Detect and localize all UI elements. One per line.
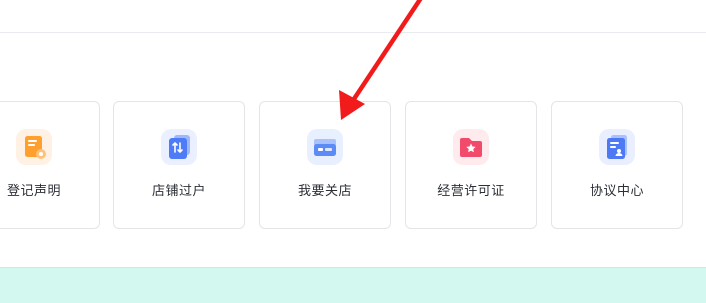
service-label-business-license: 经营许可证 bbox=[437, 184, 505, 199]
service-label-store-transfer: 店铺过户 bbox=[151, 184, 206, 199]
service-label-agreement-center: 协议中心 bbox=[589, 184, 644, 199]
blue-store-box-icon bbox=[307, 129, 343, 165]
service-card-store-transfer[interactable]: 店铺过户 bbox=[113, 101, 245, 229]
service-card-close-store[interactable]: 我要关店 bbox=[259, 101, 391, 229]
blue-transfer-icon bbox=[161, 129, 197, 165]
service-card-business-license[interactable]: 经营许可证 bbox=[405, 101, 537, 229]
bottom-highlight-band bbox=[0, 267, 706, 303]
service-card-registration-statement[interactable]: 登记声明 bbox=[0, 101, 100, 229]
orange-document-icon bbox=[16, 129, 52, 165]
service-card-agreement-center[interactable]: 协议中心 bbox=[551, 101, 683, 229]
service-label-close-store: 我要关店 bbox=[297, 184, 352, 199]
red-license-folder-icon bbox=[453, 129, 489, 165]
top-divider bbox=[0, 32, 706, 33]
service-label-registration-statement: 登记声明 bbox=[6, 184, 61, 199]
blue-agreement-icon bbox=[599, 129, 635, 165]
